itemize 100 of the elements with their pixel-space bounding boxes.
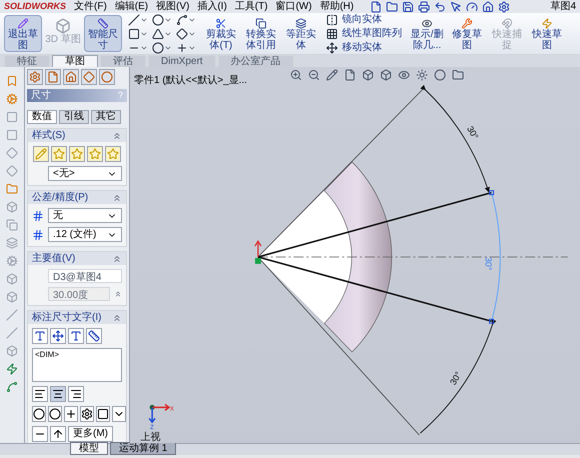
- collapse-icon[interactable]: [112, 312, 122, 322]
- rectangle-icon[interactable]: [128, 28, 140, 40]
- line-icon[interactable]: [128, 14, 140, 26]
- move-icon[interactable]: [326, 42, 338, 54]
- panel-tab[interactable]: 其它: [91, 110, 121, 124]
- model-tab[interactable]: 运动算例 1: [110, 442, 176, 455]
- angle-dimension[interactable]: 30°: [465, 124, 480, 141]
- style-star-icon[interactable]: [51, 146, 67, 162]
- endpoint-handle[interactable]: [489, 190, 494, 196]
- name-field[interactable]: D3@草图4: [48, 269, 122, 283]
- undo-icon[interactable]: [434, 0, 446, 12]
- ribbon-button[interactable]: 剪裁实体(T): [202, 15, 240, 52]
- collapse-icon[interactable]: [112, 254, 122, 264]
- ribbon-button[interactable]: 等距实体: [282, 15, 320, 52]
- value-field[interactable]: 30.00度: [48, 287, 110, 301]
- ribbon-button[interactable]: 转换实体引用: [242, 15, 280, 52]
- grid-icon[interactable]: [326, 28, 338, 40]
- manager-tab-icon[interactable]: [63, 69, 79, 85]
- style-star-icon[interactable]: [69, 146, 85, 162]
- ribbon-command[interactable]: 镜向实体: [342, 14, 382, 25]
- pointer-icon[interactable]: [450, 0, 462, 12]
- command-tab[interactable]: 草图: [52, 55, 98, 67]
- dimension-text-icon[interactable]: [86, 328, 102, 344]
- view-toolbar-icon[interactable]: [452, 69, 464, 81]
- menu-item[interactable]: 编辑(E): [114, 0, 148, 12]
- symbol-icon[interactable]: [96, 406, 110, 422]
- house-icon[interactable]: [482, 0, 494, 12]
- menu-item[interactable]: 视图(V): [156, 0, 190, 12]
- view-toolbar-icon[interactable]: [308, 69, 320, 81]
- dropdown[interactable]: .12 (文件): [48, 227, 122, 242]
- panel-tab[interactable]: 引线: [59, 110, 89, 124]
- more-button[interactable]: 更多(M): [68, 426, 113, 442]
- view-toolbar-icon[interactable]: [344, 69, 356, 81]
- spline-icon[interactable]: [176, 14, 188, 26]
- collapse-icon[interactable]: [112, 130, 122, 140]
- symbol-icon[interactable]: [112, 406, 126, 422]
- ribbon-button[interactable]: 修复草图: [448, 15, 486, 52]
- style-star-icon[interactable]: [105, 146, 121, 162]
- dimension-text-icon[interactable]: [32, 328, 48, 344]
- view-toolbar-icon[interactable]: [290, 69, 302, 81]
- symbol-icon[interactable]: [32, 406, 46, 422]
- feature-tool-icon[interactable]: [6, 363, 18, 375]
- feature-tool-icon[interactable]: [6, 381, 18, 393]
- dimension-text-icon[interactable]: [50, 328, 66, 344]
- view-toolbar-icon[interactable]: [416, 69, 428, 81]
- circle-icon[interactable]: [152, 14, 164, 26]
- view-toolbar-icon[interactable]: [362, 69, 374, 81]
- dropdown[interactable]: <无>: [48, 166, 122, 181]
- command-tab[interactable]: 办公室产品: [218, 55, 294, 67]
- manager-tab-icon[interactable]: [45, 69, 61, 85]
- view-toolbar-icon[interactable]: [380, 69, 392, 81]
- align-icon[interactable]: [32, 386, 48, 402]
- feature-tool-icon[interactable]: [6, 183, 18, 195]
- angle-dimension[interactable]: 30°: [448, 370, 464, 387]
- ribbon-button[interactable]: 快速草图: [528, 15, 566, 52]
- ribbon-command[interactable]: 移动实体: [342, 42, 382, 53]
- new-file-icon[interactable]: [370, 0, 382, 12]
- command-tab[interactable]: 特征: [4, 55, 50, 67]
- menu-item[interactable]: 插入(I): [197, 0, 227, 12]
- symbol-icon[interactable]: [48, 406, 62, 422]
- printer-icon[interactable]: [418, 0, 430, 12]
- mirror-icon[interactable]: [326, 14, 338, 26]
- symbol-icon[interactable]: [80, 406, 94, 422]
- settings-icon[interactable]: [498, 0, 510, 12]
- dimension-text-field[interactable]: <DIM>: [32, 348, 122, 382]
- symbol-icon[interactable]: [32, 426, 48, 442]
- style-star-icon[interactable]: [87, 146, 103, 162]
- align-icon[interactable]: [68, 386, 84, 402]
- manager-tab-icon[interactable]: [27, 69, 43, 85]
- dropdown[interactable]: 无: [48, 208, 122, 223]
- ribbon-button[interactable]: 显示/删除几...: [408, 15, 446, 52]
- dimension-text-icon[interactable]: [68, 328, 84, 344]
- model-tab[interactable]: 模型: [70, 442, 108, 455]
- manager-tab-icon[interactable]: [81, 69, 97, 85]
- menu-item[interactable]: 窗口(W): [276, 0, 312, 12]
- collapse-icon[interactable]: [112, 192, 122, 202]
- command-tab[interactable]: DimXpert: [148, 55, 216, 67]
- ribbon-command[interactable]: 线性草图阵列: [342, 28, 402, 39]
- point-icon[interactable]: [176, 42, 188, 54]
- align-icon[interactable]: [50, 386, 66, 402]
- symbol-icon[interactable]: [64, 406, 78, 422]
- style-star-icon[interactable]: [33, 146, 49, 162]
- panel-tab[interactable]: 数值: [27, 110, 57, 124]
- feature-tool-icon[interactable]: [6, 75, 18, 87]
- manager-tab-icon[interactable]: [99, 69, 115, 85]
- feature-tree-path[interactable]: 零件1 (默认<<默认>_显...: [134, 73, 248, 88]
- menu-item[interactable]: 工具(T): [234, 0, 268, 12]
- menu-item[interactable]: 帮助(H): [320, 0, 354, 12]
- save-icon[interactable]: [402, 0, 414, 12]
- folder-icon[interactable]: [386, 0, 398, 12]
- view-toolbar-icon[interactable]: [434, 69, 446, 81]
- view-toolbar-icon[interactable]: [398, 69, 410, 81]
- menu-item[interactable]: 文件(F): [74, 0, 107, 12]
- view-toolbar-icon[interactable]: [326, 69, 338, 81]
- command-tab[interactable]: 评估: [100, 55, 146, 67]
- ribbon-button[interactable]: 智能尺寸: [84, 15, 122, 52]
- symbol-icon[interactable]: [50, 426, 66, 442]
- ribbon-button[interactable]: 退出草图: [4, 15, 42, 52]
- feature-tool-icon[interactable]: [6, 93, 18, 105]
- endpoint-handle[interactable]: [489, 318, 494, 324]
